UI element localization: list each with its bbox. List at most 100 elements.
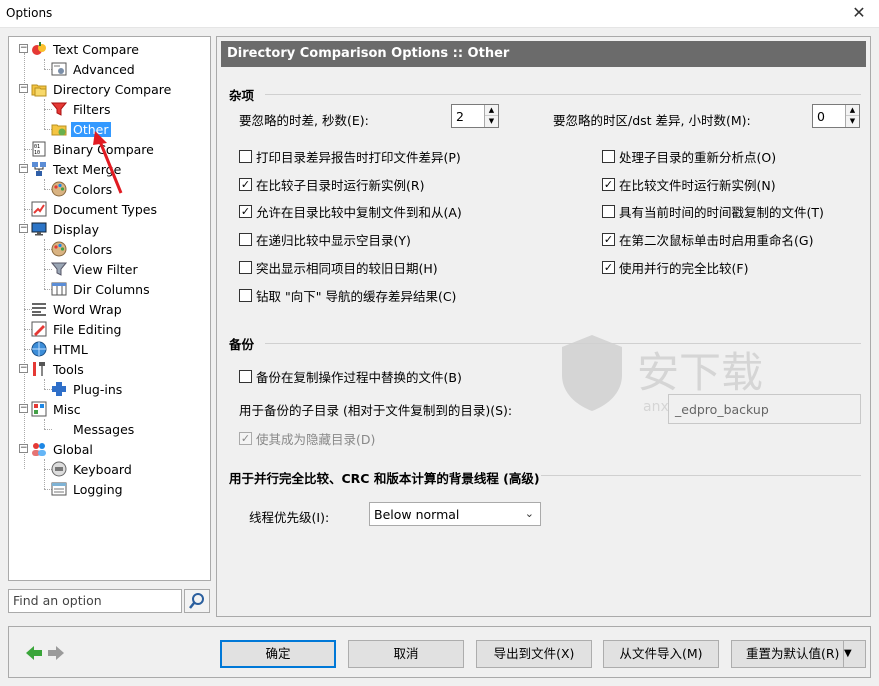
- text-compare-icon: [31, 41, 47, 57]
- chevron-down-icon: ⌄: [524, 507, 534, 520]
- check-highlight-older[interactable]: 突出显示相同项目的较旧日期(H): [239, 258, 438, 277]
- file-editing-icon: [31, 321, 47, 337]
- tree-item-filters[interactable]: Filters: [50, 99, 112, 119]
- bottom-bar: 确定 取消 导出到文件(X) 从文件导入(M) 重置为默认值(R) ▼: [8, 626, 871, 678]
- colors-icon: [51, 181, 67, 197]
- watermark-text: 安下载: [637, 348, 763, 397]
- expander-text-compare[interactable]: −: [19, 44, 28, 53]
- tree-item-global[interactable]: Global: [31, 439, 95, 459]
- cancel-button[interactable]: 取消: [348, 640, 464, 668]
- reset-button[interactable]: 重置为默认值(R) ▼: [731, 640, 866, 668]
- tree-item-text-compare[interactable]: Text Compare: [31, 39, 141, 59]
- backup-subdir-input[interactable]: _edpro_backup: [668, 394, 861, 424]
- import-button[interactable]: 从文件导入(M): [603, 640, 719, 668]
- global-icon: [31, 441, 47, 457]
- binary-compare-icon: 01 10: [31, 141, 47, 157]
- keyboard-icon: [51, 461, 67, 477]
- check-show-empty-dirs[interactable]: 在递归比较中显示空目录(Y): [239, 230, 411, 249]
- check-timestamp-current[interactable]: 具有当前时间的时间戳复制的文件(T): [602, 202, 824, 221]
- check-backup-files[interactable]: 备份在复制操作过程中替换的文件(B): [239, 367, 462, 386]
- directory-compare-icon: [31, 81, 47, 97]
- tree-item-messages[interactable]: Messages: [51, 419, 136, 439]
- tools-icon: [31, 361, 47, 377]
- tree-item-dir-columns[interactable]: Dir Columns: [51, 279, 152, 299]
- check-hidden-dir[interactable]: ✓ 使其成为隐藏目录(D): [239, 429, 375, 448]
- spin-down-icon[interactable]: ▼: [846, 116, 859, 127]
- folder-other-icon: [51, 121, 67, 137]
- plugins-icon: [51, 381, 67, 397]
- filter-icon: [50, 101, 68, 117]
- dropdown-arrow-icon[interactable]: ▼: [843, 641, 865, 667]
- check-new-instance-file[interactable]: ✓ 在比较文件时运行新实例(N): [602, 175, 776, 194]
- expander-display[interactable]: −: [19, 224, 28, 233]
- time-diff-value[interactable]: 2: [456, 109, 464, 124]
- spin-down-icon[interactable]: ▼: [485, 116, 498, 127]
- options-tree[interactable]: − − − − − − − Text Compare Advanced Dire…: [8, 36, 211, 581]
- tree-item-tools[interactable]: Tools: [31, 359, 86, 379]
- time-diff-label: 要忽略的时差, 秒数(E):: [239, 113, 369, 128]
- tree-item-keyboard[interactable]: Keyboard: [51, 459, 134, 479]
- search-button[interactable]: [184, 589, 210, 613]
- check-new-instance-subdir[interactable]: ✓ 在比较子目录时运行新实例(R): [239, 175, 424, 194]
- tree-item-display-colors[interactable]: Colors: [51, 239, 114, 259]
- tree-item-plugins[interactable]: Plug-ins: [51, 379, 124, 399]
- export-button[interactable]: 导出到文件(X): [476, 640, 592, 668]
- timezone-value[interactable]: 0: [817, 109, 825, 124]
- check-print-file-diffs[interactable]: 打印目录差异报告时打印文件差异(P): [239, 147, 461, 166]
- reset-button-label: 重置为默认值(R): [746, 646, 840, 661]
- tree-item-word-wrap[interactable]: Word Wrap: [31, 299, 124, 319]
- thread-priority-label: 线程优先级(I):: [249, 510, 330, 525]
- expander-tools[interactable]: −: [19, 364, 28, 373]
- tree-item-advanced[interactable]: Advanced: [51, 59, 137, 79]
- expander-text-merge[interactable]: −: [19, 164, 28, 173]
- options-panel: Directory Comparison Options :: Other 安下…: [216, 36, 871, 617]
- messages-icon: [51, 421, 67, 437]
- expander-misc[interactable]: −: [19, 404, 28, 413]
- filter-icon: [50, 261, 68, 277]
- thread-section-title: 用于并行完全比较、CRC 和版本计算的背景线程 (高级): [229, 471, 540, 486]
- close-icon[interactable]: ✕: [847, 2, 871, 26]
- find-option-input[interactable]: Find an option: [8, 589, 182, 613]
- time-diff-spinner[interactable]: 2 ▲ ▼: [451, 104, 499, 128]
- tree-item-misc[interactable]: Misc: [31, 399, 83, 419]
- svg-text:10: 10: [34, 150, 40, 156]
- display-icon: [31, 221, 47, 237]
- expander-global[interactable]: −: [19, 444, 28, 453]
- logging-icon: [51, 481, 67, 497]
- misc-section-title: 杂项: [229, 88, 255, 103]
- thread-priority-select[interactable]: Below normal ⌄: [369, 502, 541, 526]
- check-cache-drill-down[interactable]: 钻取 "向下" 导航的缓存差异结果(C): [239, 286, 456, 305]
- check-rename-second-click[interactable]: ✓ 在第二次鼠标单击时启用重命名(G): [602, 230, 813, 249]
- timezone-label: 要忽略的时区/dst 差异, 小时数(M):: [553, 113, 751, 128]
- title-bar: Options ✕: [0, 0, 879, 28]
- tree-item-display[interactable]: Display: [31, 219, 101, 239]
- misc-icon: [31, 401, 47, 417]
- spin-up-icon[interactable]: ▲: [485, 105, 498, 116]
- tree-item-view-filter[interactable]: View Filter: [50, 259, 140, 279]
- tree-item-document-types[interactable]: Document Types: [31, 199, 159, 219]
- back-arrow-icon[interactable]: [25, 645, 43, 661]
- ok-button[interactable]: 确定: [220, 640, 336, 668]
- tree-item-logging[interactable]: Logging: [51, 479, 125, 499]
- check-reparse-points[interactable]: 处理子目录的重新分析点(O): [602, 147, 776, 166]
- backup-section-title: 备份: [229, 337, 255, 352]
- check-parallel-compare[interactable]: ✓ 使用并行的完全比较(F): [602, 258, 748, 277]
- thread-priority-value: Below normal: [374, 507, 460, 522]
- document-types-icon: [31, 201, 47, 217]
- panel-header: Directory Comparison Options :: Other: [221, 41, 866, 67]
- text-merge-icon: [31, 161, 47, 177]
- tree-item-directory-compare[interactable]: Directory Compare: [31, 79, 173, 99]
- search-icon: [189, 593, 204, 609]
- html-icon: [31, 341, 47, 357]
- forward-arrow-icon[interactable]: [47, 645, 65, 661]
- word-wrap-icon: [31, 301, 47, 317]
- check-allow-copy[interactable]: ✓ 允许在目录比较中复制文件到和从(A): [239, 202, 462, 221]
- backup-subdir-label: 用于备份的子目录 (相对于文件复制到的目录)(S):: [239, 403, 513, 418]
- expander-directory-compare[interactable]: −: [19, 84, 28, 93]
- tree-item-file-editing[interactable]: File Editing: [31, 319, 123, 339]
- window-title: Options: [6, 6, 53, 20]
- red-arrow-annotation: [93, 131, 123, 194]
- spin-up-icon[interactable]: ▲: [846, 105, 859, 116]
- tree-item-html[interactable]: HTML: [31, 339, 90, 359]
- timezone-spinner[interactable]: 0 ▲ ▼: [812, 104, 860, 128]
